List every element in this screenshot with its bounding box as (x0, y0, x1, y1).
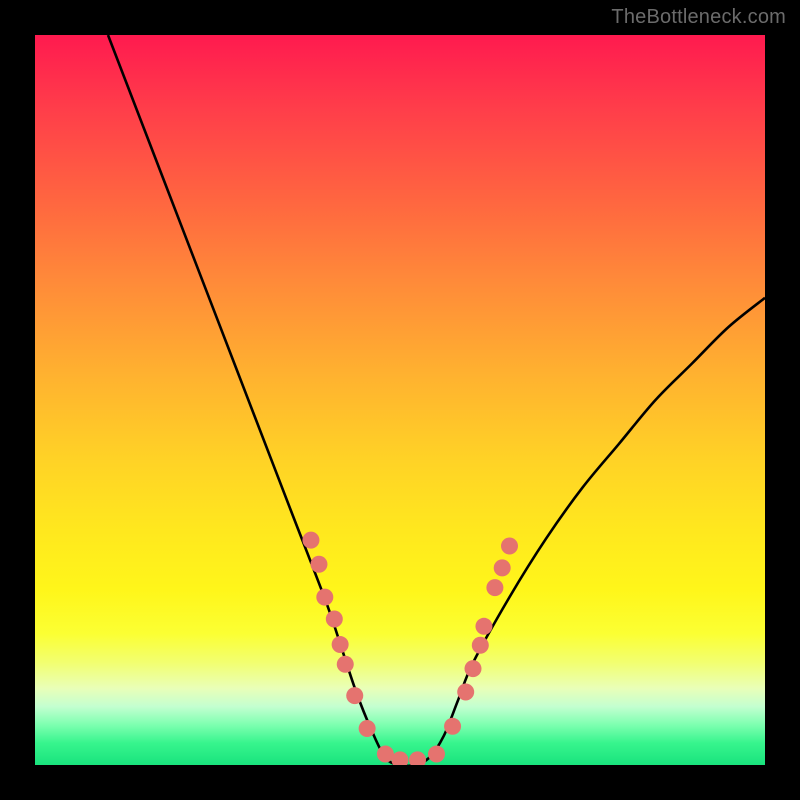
data-point-marker (337, 656, 354, 673)
curve-path (108, 35, 765, 765)
data-point-marker (494, 559, 511, 576)
bottleneck-curve (35, 35, 765, 765)
data-point-marker (346, 687, 363, 704)
data-point-marker (428, 746, 445, 763)
data-point-marker (326, 611, 343, 628)
data-point-marker (472, 637, 489, 654)
data-point-marker (475, 618, 492, 635)
data-point-marker (310, 556, 327, 573)
plot-area (35, 35, 765, 765)
data-point-marker (392, 751, 409, 765)
data-point-marker (486, 579, 503, 596)
data-point-marker (359, 720, 376, 737)
data-point-marker (501, 538, 518, 555)
data-point-marker (457, 684, 474, 701)
data-point-marker (465, 660, 482, 677)
data-point-marker (377, 746, 394, 763)
data-point-marker (409, 751, 426, 765)
marker-group (302, 532, 518, 765)
data-point-marker (316, 589, 333, 606)
chart-frame: TheBottleneck.com (0, 0, 800, 800)
data-point-marker (302, 532, 319, 549)
data-point-marker (332, 636, 349, 653)
data-point-marker (444, 718, 461, 735)
watermark-text: TheBottleneck.com (611, 6, 786, 29)
